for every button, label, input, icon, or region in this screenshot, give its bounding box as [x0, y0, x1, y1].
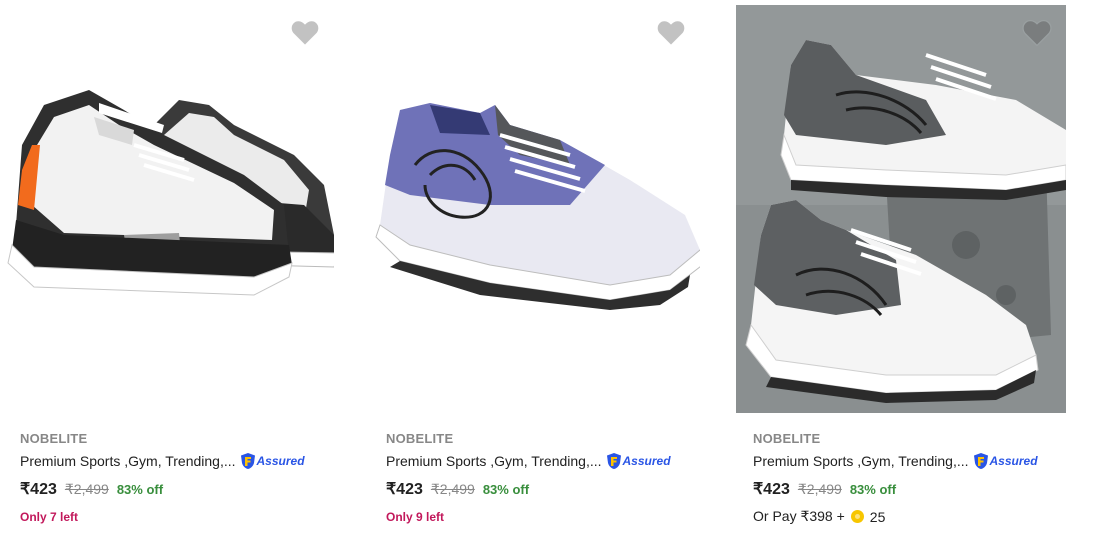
product-brand: NOBELITE [20, 431, 88, 446]
assured-label: Assured [989, 454, 1038, 468]
product-title[interactable]: Premium Sports ,Gym, Trending,... [20, 453, 236, 469]
discount-percent: 83% off [482, 482, 530, 497]
pay-with-coins-row: Or Pay ₹398 + 25 [753, 508, 885, 525]
wishlist-heart-icon[interactable] [656, 19, 686, 47]
wishlist-heart-icon[interactable] [1022, 19, 1052, 47]
assured-badge: Assured [606, 452, 671, 470]
supercoin-icon [850, 510, 864, 523]
price-row: ₹423 ₹2,499 83% off [386, 479, 529, 499]
assured-badge: Assured [240, 452, 305, 470]
assured-label: Assured [256, 454, 305, 468]
product-image[interactable] [736, 5, 1066, 413]
assured-badge: Assured [973, 452, 1038, 470]
selling-price: ₹423 [753, 481, 790, 498]
wishlist-heart-icon[interactable] [290, 19, 320, 47]
product-image[interactable] [370, 5, 700, 413]
product-brand: NOBELITE [753, 431, 821, 446]
discount-percent: 83% off [116, 482, 164, 497]
stock-note: Only 9 left [386, 510, 445, 524]
product-title-row[interactable]: Premium Sports ,Gym, Trending,... Assure… [20, 452, 305, 470]
sneaker-black-white-orange-icon [7, 90, 334, 296]
price-row: ₹423 ₹2,499 83% off [20, 479, 163, 499]
selling-price: ₹423 [20, 481, 57, 498]
product-brand: NOBELITE [386, 431, 454, 446]
stock-note: Only 7 left [20, 510, 79, 524]
sneaker-blue-white-icon [375, 103, 700, 310]
product-image[interactable] [4, 5, 334, 413]
product-title-row[interactable]: Premium Sports ,Gym, Trending,... Assure… [753, 452, 1038, 470]
shield-icon [240, 453, 255, 469]
pay-with-coins-text: Or Pay ₹398 + [753, 508, 845, 524]
original-price: ₹2,499 [797, 481, 842, 497]
assured-label: Assured [622, 454, 671, 468]
coins-count: 25 [869, 508, 886, 525]
product-card[interactable]: NOBELITE Premium Sports ,Gym, Trending,.… [370, 0, 715, 537]
product-grid: NOBELITE Premium Sports ,Gym, Trending,.… [0, 0, 1102, 537]
original-price: ₹2,499 [64, 481, 109, 497]
sneaker-pair-grey-white-icon [736, 5, 1066, 413]
original-price: ₹2,499 [430, 481, 475, 497]
discount-percent: 83% off [849, 482, 897, 497]
product-title[interactable]: Premium Sports ,Gym, Trending,... [753, 453, 969, 469]
product-title[interactable]: Premium Sports ,Gym, Trending,... [386, 453, 602, 469]
shield-icon [606, 453, 621, 469]
product-card[interactable]: NOBELITE Premium Sports ,Gym, Trending,.… [736, 0, 1081, 537]
price-row: ₹423 ₹2,499 83% off [753, 479, 896, 499]
product-title-row[interactable]: Premium Sports ,Gym, Trending,... Assure… [386, 452, 671, 470]
product-card[interactable]: NOBELITE Premium Sports ,Gym, Trending,.… [4, 0, 349, 537]
shield-icon [973, 453, 988, 469]
selling-price: ₹423 [386, 481, 423, 498]
